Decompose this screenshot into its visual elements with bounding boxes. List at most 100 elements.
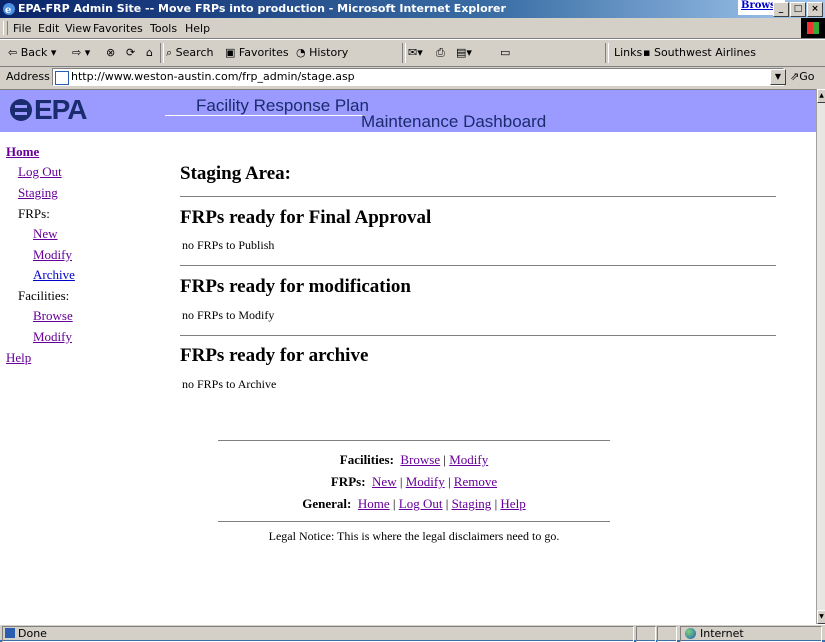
footer-separator: | (399, 474, 403, 489)
sidebar-label-frps: FRPs: (18, 206, 50, 221)
search-icon: ⌕ (166, 46, 173, 59)
edit-icon[interactable]: ▤▾ (456, 46, 472, 59)
address-label: Address (6, 70, 50, 83)
page-icon (55, 71, 69, 85)
divider (218, 521, 610, 522)
menu-file[interactable]: File (13, 22, 31, 35)
title-bar: e EPA-FRP Admin Site -- Move FRPs into p… (0, 0, 825, 18)
menu-favorites[interactable]: Favorites (93, 22, 143, 35)
sidebar-item-home[interactable]: Home (6, 144, 39, 160)
page-banner: EPA Facility Response Plan Maintenance D… (0, 90, 816, 132)
scroll-up-icon[interactable]: ▲ (817, 89, 825, 103)
sidebar-item-frp-modify[interactable]: Modify (33, 247, 72, 263)
divider (218, 440, 610, 441)
sidebar-item-fac-modify[interactable]: Modify (33, 329, 72, 345)
sidebar-item-fac-browse[interactable]: Browse (33, 308, 73, 324)
footer-separator: | (447, 474, 451, 489)
sidebar-item-logout[interactable]: Log Out (18, 164, 62, 180)
minimize-button[interactable]: _ (773, 2, 789, 17)
svg-text:e: e (5, 5, 11, 16)
menu-help[interactable]: Help (185, 22, 210, 35)
footer-link-staging[interactable]: Staging (452, 496, 492, 511)
sidebar-item-frp-new[interactable]: New (33, 226, 58, 242)
address-bar: Address http://www.weston-austin.com/frp… (0, 66, 825, 88)
footer-label-frps: FRPs: (330, 474, 366, 489)
footer-link-new[interactable]: New (372, 474, 397, 489)
footer-link-frp-modify[interactable]: Modify (406, 474, 445, 489)
page-title: Staging Area: (180, 163, 292, 184)
go-label: Go (799, 70, 815, 83)
menu-bar: File Edit View Favorites Tools Help (0, 18, 825, 39)
back-label: Back (20, 46, 48, 59)
footer-link-remove[interactable]: Remove (454, 474, 497, 489)
sidebar-item-frp-archive[interactable]: Archive (33, 267, 75, 283)
epa-logo-text: EPA (34, 94, 87, 125)
footer-link-browse[interactable]: Browse (400, 452, 440, 467)
address-url: http://www.weston-austin.com/frp_admin/s… (71, 70, 355, 83)
links-label: Links (614, 46, 643, 59)
go-button[interactable]: ⇗Go (790, 70, 814, 83)
section-text-modification: no FRPs to Modify (182, 308, 275, 322)
toolbar: ⇦ Back ▾ ⇨ ▾ ⊗ ⟳ ⌂ ⌕ Search ▣ Favorites … (0, 39, 825, 67)
menu-tools[interactable]: Tools (150, 22, 177, 35)
sidebar-label-facilities: Facilities: (18, 288, 70, 303)
banner-subtitle: Maintenance Dashboard (361, 112, 547, 131)
favorites-button[interactable]: ▣ Favorites (225, 46, 289, 59)
sidebar-item-help[interactable]: Help (6, 350, 31, 366)
footer-link-home[interactable]: Home (358, 496, 390, 511)
status-bar: Done Internet (0, 624, 825, 642)
section-title-archive: FRPs ready for archive (180, 345, 369, 366)
status-text: Done (18, 627, 47, 640)
maximize-button[interactable]: □ (790, 2, 806, 17)
scroll-down-icon[interactable]: ▼ (817, 610, 825, 624)
menu-grip (3, 21, 8, 35)
banner-divider (165, 115, 365, 130)
search-button[interactable]: ⌕ Search (166, 46, 213, 60)
menu-view[interactable]: View (65, 22, 91, 35)
stop-icon[interactable]: ⊗ (106, 46, 115, 59)
browser-window: e EPA-FRP Admin Site -- Move FRPs into p… (0, 0, 825, 642)
menu-edit[interactable]: Edit (38, 22, 59, 35)
footer-label-general: General: (302, 496, 352, 511)
divider (180, 196, 776, 197)
footer-separator: | (392, 496, 396, 511)
refresh-icon[interactable]: ⟳ (126, 46, 135, 59)
footer-row-general: General: Home | Log Out | Staging | Help (218, 496, 610, 512)
footer-label-facilities: Facilities: (339, 452, 394, 467)
address-input[interactable]: http://www.weston-austin.com/frp_admin/s… (52, 68, 784, 86)
footer-link-help[interactable]: Help (500, 496, 525, 511)
history-button[interactable]: ◔ History (296, 46, 348, 59)
forward-button[interactable]: ⇨ ▾ (72, 46, 90, 59)
search-label: Search (175, 46, 214, 59)
internet-globe-icon (685, 628, 696, 639)
footer-row-facilities: Facilities: Browse | Modify (218, 452, 610, 468)
footer-link-logout[interactable]: Log Out (399, 496, 443, 511)
section-text-archive: no FRPs to Archive (182, 377, 277, 391)
close-button[interactable]: × (807, 2, 823, 17)
go-arrow-icon: ⇗ (790, 70, 800, 83)
divider (180, 265, 776, 266)
epa-logo-icon (10, 99, 32, 121)
banner-title: Facility Response Plan (196, 96, 369, 115)
epa-logo: EPA (10, 94, 87, 126)
footer-separator: | (494, 496, 498, 511)
footer-link-fac-modify[interactable]: Modify (449, 452, 488, 467)
print-icon[interactable]: ⎙ (436, 46, 445, 60)
page-icon: ▪ (643, 46, 651, 59)
favorites-label: Favorites (238, 46, 289, 59)
footer-row-frps: FRPs: New | Modify | Remove (218, 474, 610, 490)
history-label: History (309, 46, 349, 59)
home-icon[interactable]: ⌂ (146, 46, 153, 59)
address-dropdown-icon[interactable]: ▼ (770, 69, 786, 85)
links-southwest[interactable]: ▪ Southwest Airlines (643, 46, 756, 59)
discuss-icon[interactable]: ▭ (500, 46, 510, 59)
footer-separator: | (443, 452, 446, 467)
sidebar-item-staging[interactable]: Staging (18, 185, 58, 201)
back-button[interactable]: ⇦ Back ▾ (8, 46, 56, 59)
section-text-final-approval: no FRPs to Publish (182, 238, 275, 252)
section-title-final-approval: FRPs ready for Final Approval (180, 207, 432, 228)
vertical-scrollbar[interactable]: ▲ ▼ (816, 89, 825, 624)
mail-icon[interactable]: ✉▾ (408, 46, 423, 59)
window-title: EPA-FRP Admin Site -- Move FRPs into pro… (18, 2, 506, 15)
zone-label: Internet (700, 627, 744, 640)
